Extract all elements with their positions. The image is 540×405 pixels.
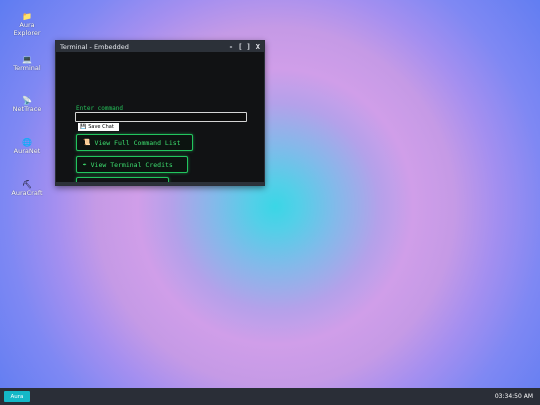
desktop-icon-label: AuraCraft — [11, 189, 43, 197]
pickaxe-icon: ⛏ — [21, 180, 33, 189]
desktop-icon-auracraft[interactable]: ⛏ AuraCraft — [9, 180, 45, 198]
taskbar-clock: 03:34:50 AM — [494, 393, 533, 400]
desktop-icon-aura-explorer[interactable]: 📁 Aura Explorer — [9, 12, 45, 37]
view-credits-label: View Terminal Credits — [90, 160, 173, 169]
window-titlebar[interactable]: Terminal - Embedded - [ ] X — [56, 41, 264, 52]
command-input[interactable] — [75, 112, 247, 122]
terminal-window: Terminal - Embedded - [ ] X Enter comman… — [55, 40, 265, 186]
desktop-icon-label: Aura Explorer — [13, 21, 41, 37]
globe-icon: 🌐 — [22, 138, 32, 147]
minimize-button[interactable]: - — [229, 43, 233, 51]
start-button[interactable]: Aura — [4, 391, 30, 402]
window-title: Terminal - Embedded — [60, 42, 129, 51]
scroll-icon: 📜 — [83, 139, 91, 146]
view-credits-button[interactable]: ✒ View Terminal Credits — [76, 156, 188, 173]
command-prompt-label: Enter command — [76, 105, 123, 112]
desktop-icon-auranet[interactable]: 🌐 AuraNet — [9, 138, 45, 156]
desktop-icon-nettrace[interactable]: 📡 NetTrace — [9, 96, 45, 114]
desktop-icon-label: AuraNet — [13, 147, 41, 155]
desktop-icon-label: Terminal — [13, 64, 41, 72]
view-command-list-button[interactable]: 📜 View Full Command List — [76, 134, 193, 151]
desktop-icon-label: NetTrace — [12, 105, 42, 113]
folder-icon: 📁 — [22, 12, 32, 21]
view-command-list-label: View Full Command List — [94, 138, 181, 147]
floppy-disk-icon: 💾 — [80, 124, 87, 130]
maximize-button[interactable]: [ ] — [238, 43, 251, 51]
terminal-icon: 💻 — [22, 55, 32, 64]
save-chat-button[interactable]: 💾 Save Chat — [78, 123, 119, 131]
network-icon: 📡 — [22, 96, 32, 105]
window-bottom-border — [56, 182, 264, 185]
pen-icon: ✒ — [83, 161, 87, 168]
terminal-body: Enter command 💾 Save Chat 📜 View Full Co… — [56, 52, 264, 185]
desktop-icon-terminal[interactable]: 💻 Terminal — [9, 55, 45, 73]
taskbar: Aura 03:34:50 AM — [0, 388, 540, 405]
close-button[interactable]: X — [256, 43, 260, 51]
save-chat-label: Save Chat — [88, 124, 114, 130]
